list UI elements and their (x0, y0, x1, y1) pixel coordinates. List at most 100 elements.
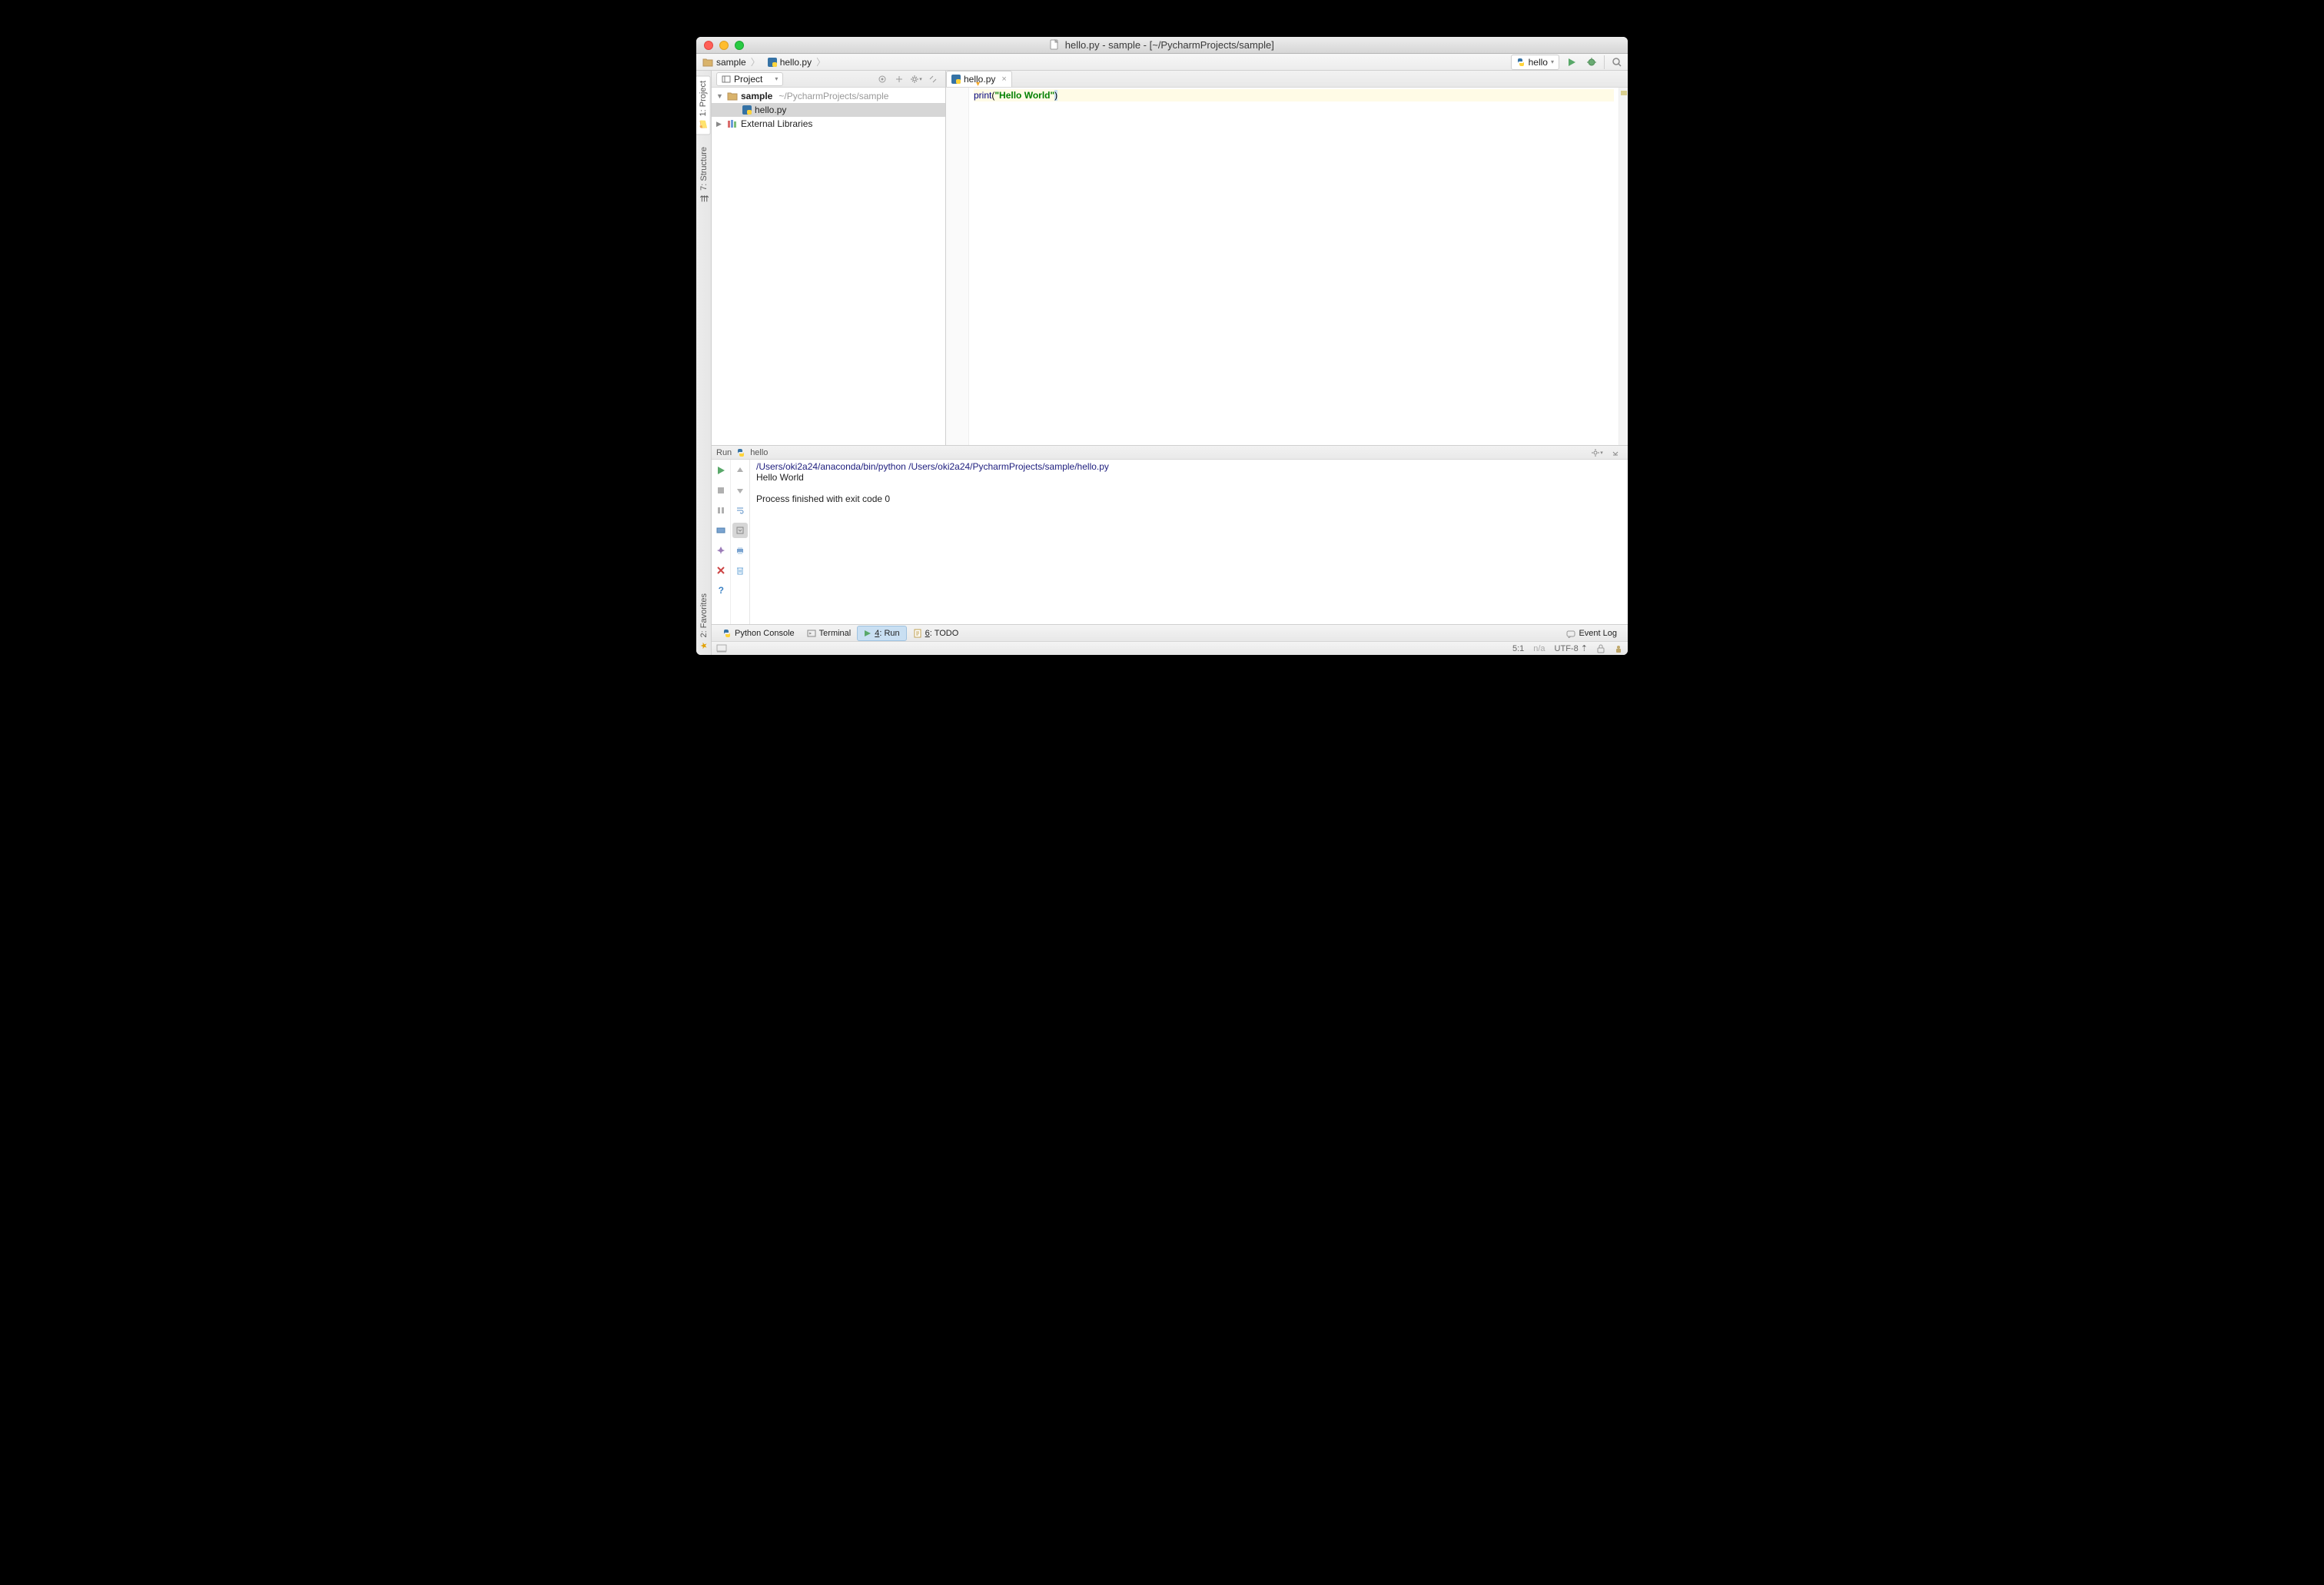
python-console-tab[interactable]: Python Console (716, 626, 801, 641)
down-button[interactable] (732, 483, 748, 498)
minimize-window-button[interactable] (719, 41, 729, 50)
main-body: 📁 1: Project ⇶ 7: Structure ★ 2: Favorit… (696, 71, 1628, 655)
tree-external-libraries[interactable]: ▶ External Libraries (712, 117, 945, 131)
sidebar-tools: ▾ (875, 71, 941, 87)
libraries-icon (727, 119, 738, 128)
cursor-position[interactable]: 5:1 (1512, 644, 1524, 653)
status-message-icon[interactable] (716, 644, 727, 653)
tree-root-sample[interactable]: ▼ sample ~/PycharmProjects/sample (712, 89, 945, 103)
up-button[interactable] (732, 463, 748, 478)
run-console-output[interactable]: /Users/oki2a24/anaconda/bin/python /User… (750, 460, 1628, 624)
window-title: hello.py - sample - [~/PycharmProjects/s… (696, 39, 1628, 51)
run-tool-header: Run hello ▾ (712, 446, 1628, 460)
tree-file-hello-py[interactable]: hello.py (712, 103, 945, 117)
collapse-all-button[interactable] (891, 71, 907, 87)
zoom-window-button[interactable] (735, 41, 744, 50)
breadcrumb-hello-py[interactable]: hello.py 〉 (765, 55, 828, 69)
error-stripe[interactable] (1618, 88, 1628, 445)
editor-tab-hello-py[interactable]: hello.py × ▾ (946, 71, 1012, 87)
soft-wrap-button[interactable] (732, 503, 748, 518)
hector-icon[interactable] (1614, 644, 1623, 653)
python-icon (1516, 58, 1526, 67)
terminal-tab[interactable]: Terminal (801, 626, 858, 641)
bottom-tool-stripe: Python Console Terminal 4: Run 6: TODO (712, 624, 1628, 641)
rerun-button[interactable] (713, 463, 729, 478)
search-everywhere-button[interactable] (1609, 55, 1625, 70)
tree-node-name: External Libraries (741, 118, 812, 129)
editor-gutter[interactable] (946, 88, 969, 445)
python-file-icon (742, 105, 752, 115)
console-command: /Users/oki2a24/anaconda/bin/python /User… (756, 461, 1109, 472)
close-window-button[interactable] (704, 41, 713, 50)
code-token: print (974, 90, 991, 101)
code-token: "Hello World" (994, 90, 1054, 101)
warning-marker-icon[interactable] (1621, 91, 1627, 95)
tree-node-name: hello.py (755, 105, 786, 115)
dump-threads-button[interactable] (713, 523, 729, 538)
chevron-right-icon: 〉 (751, 55, 760, 68)
hide-button[interactable] (925, 71, 941, 87)
code-content[interactable]: print("Hello World") (969, 88, 1618, 445)
expand-arrow-icon[interactable]: ▼ (716, 92, 724, 100)
scroll-to-end-button[interactable] (732, 523, 748, 538)
breadcrumb-sample[interactable]: sample 〉 (699, 55, 763, 69)
window-controls (704, 41, 744, 50)
project-view-selector[interactable]: Project ▾ (716, 72, 783, 86)
tree-node-name: sample (741, 91, 772, 101)
python-icon (736, 448, 745, 457)
run-body: ? /Users/oki2a24/anaconda/bin/python /Us… (712, 460, 1628, 624)
tool-tab-label: 1: Project (699, 81, 708, 116)
python-file-icon (768, 58, 777, 67)
read-only-toggle-icon[interactable] (1597, 644, 1605, 653)
editor-area: hello.py × ▾ print("Hello World") (946, 71, 1628, 445)
chevron-right-icon: 〉 (816, 55, 825, 68)
project-view-label: Project (734, 74, 762, 85)
expand-arrow-icon[interactable]: ▶ (716, 120, 724, 128)
print-button[interactable] (732, 543, 748, 558)
title-bar: hello.py - sample - [~/PycharmProjects/s… (696, 37, 1628, 54)
ide-window: hello.py - sample - [~/PycharmProjects/s… (696, 37, 1628, 655)
pause-button[interactable] (713, 503, 729, 518)
window-title-text: hello.py - sample - [~/PycharmProjects/s… (1065, 39, 1274, 51)
run-toolbar: ? (712, 460, 750, 624)
project-tool-tab[interactable]: 📁 1: Project (696, 75, 711, 135)
terminal-icon (807, 629, 816, 638)
pin-button[interactable] (713, 543, 729, 558)
help-button[interactable]: ? (713, 583, 729, 598)
folder-icon (727, 91, 738, 101)
tree-node-path: ~/PycharmProjects/sample (779, 91, 888, 101)
close-button[interactable] (713, 563, 729, 578)
run-button[interactable] (1564, 55, 1579, 70)
tab-label: 6: TODO (925, 629, 959, 638)
close-tab-button[interactable]: × (1001, 75, 1006, 84)
navigation-bar: sample 〉 hello.py 〉 hello ▾ (696, 54, 1628, 71)
star-icon: ★ (699, 642, 709, 650)
stop-button[interactable] (713, 483, 729, 498)
hide-button[interactable] (1608, 445, 1623, 460)
structure-tool-tab[interactable]: ⇶ 7: Structure (698, 142, 710, 208)
folder-icon: 📁 (698, 119, 708, 130)
breadcrumbs: sample 〉 hello.py 〉 (699, 55, 828, 69)
favorites-tool-tab[interactable]: ★ 2: Favorites (698, 589, 710, 655)
python-icon (722, 629, 732, 638)
clear-all-button[interactable] (732, 563, 748, 578)
debug-button[interactable] (1584, 55, 1599, 70)
settings-button[interactable]: ▾ (1589, 445, 1605, 460)
code-area[interactable]: print("Hello World") (946, 88, 1628, 445)
event-log-tab[interactable]: Event Log (1560, 626, 1623, 641)
scroll-from-source-button[interactable] (875, 71, 890, 87)
encoding-selector[interactable]: UTF-8 ⇡ (1555, 643, 1588, 653)
left-tool-stripe: 📁 1: Project ⇶ 7: Structure ★ 2: Favorit… (696, 71, 712, 655)
settings-button[interactable]: ▾ (908, 71, 924, 87)
project-sidebar-header: Project ▾ ▾ (712, 71, 945, 88)
insert-mode[interactable]: n/a (1533, 644, 1545, 653)
console-exit-msg: Process finished with exit code 0 (756, 493, 890, 504)
run-header-tools: ▾ (1589, 445, 1623, 460)
run-config-selector[interactable]: hello ▾ (1511, 55, 1559, 70)
event-log-ic- on (1566, 629, 1575, 638)
project-tree[interactable]: ▼ sample ~/PycharmProjects/sample hello.… (712, 88, 945, 445)
run-tab[interactable]: 4: Run (857, 626, 906, 641)
tab-label: Python Console (735, 629, 795, 638)
todo-tab[interactable]: 6: TODO (907, 626, 965, 641)
run-tool-window: Run hello ▾ (712, 446, 1628, 624)
